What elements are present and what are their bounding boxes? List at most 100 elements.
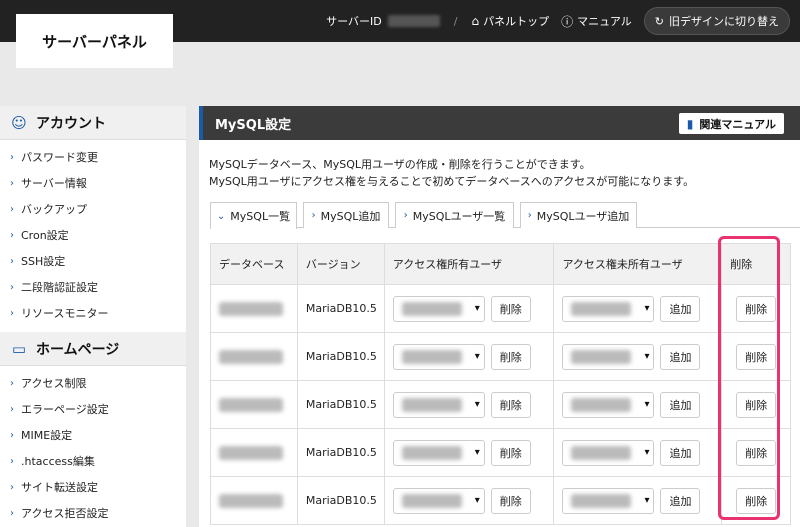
owner-user-select[interactable]: ▾: [392, 487, 485, 514]
sidebar-item-label: .htaccess編集: [21, 455, 95, 468]
sidebar-item-label: パスワード変更: [21, 151, 98, 164]
owner-users-cell: ▾ 削除: [383, 284, 555, 333]
table-header-row: データベース バージョン アクセス権所有ユーザ アクセス権未所有ユーザ 削除: [210, 243, 791, 285]
owner-user-select[interactable]: ▾: [392, 343, 485, 370]
sidebar-item-label: サイト転送設定: [21, 481, 98, 494]
redacted-db-name: [219, 493, 283, 508]
chevron-right-icon: ›: [10, 307, 14, 319]
add-user-button[interactable]: 追加: [660, 439, 701, 466]
owner-user-select[interactable]: ▾: [392, 295, 485, 322]
non-owner-user-select[interactable]: ▾: [562, 343, 655, 370]
redacted-db-name: [219, 301, 283, 316]
non-owner-users-cell: ▾ 追加: [553, 284, 723, 333]
delete-database-button[interactable]: 削除: [736, 391, 777, 418]
chevron-right-icon: ›: [403, 210, 408, 221]
owner-user-select[interactable]: ▾: [392, 391, 485, 418]
table-row: MariaDB10.5 ▾ 削除 ▾ 追加 削除: [210, 284, 791, 333]
delete-database-button[interactable]: 削除: [736, 439, 777, 466]
page-title: MySQL設定: [215, 117, 292, 133]
related-manual-button[interactable]: ▮ 関連マニュアル: [678, 113, 784, 134]
tab-mysql-user-list[interactable]: › MySQLユーザ一覧: [395, 202, 514, 228]
non-owner-users-cell: ▾ 追加: [553, 428, 723, 477]
chevron-right-icon: ›: [10, 377, 14, 389]
remove-user-button[interactable]: 削除: [490, 487, 531, 514]
logo[interactable]: サーバーパネル: [16, 14, 173, 68]
table-row: MariaDB10.5 ▾ 削除 ▾ 追加 削除: [210, 380, 791, 429]
sidebar-item-resource-monitor[interactable]: › リソースモニター: [0, 300, 186, 326]
add-user-button[interactable]: 追加: [660, 391, 701, 418]
non-owner-users-cell: ▾ 追加: [553, 332, 723, 381]
chevron-right-icon: ›: [10, 203, 14, 215]
chevron-down-icon: ▾: [474, 446, 480, 458]
owner-users-cell: ▾ 削除: [383, 476, 555, 525]
non-owner-user-select[interactable]: ▾: [562, 487, 655, 514]
redacted-user: [401, 301, 462, 316]
sidebar-item-site-redirect[interactable]: › サイト転送設定: [0, 474, 186, 500]
panel-header: MySQL設定 ▮ 関連マニュアル: [199, 106, 800, 140]
tab-label: MySQLユーザ追加: [536, 209, 630, 223]
sidebar-item-label: バックアップ: [21, 203, 87, 216]
sidebar-item-server-info[interactable]: › サーバー情報: [0, 170, 186, 196]
table-row: MariaDB10.5 ▾ 削除 ▾ 追加 削除: [210, 476, 791, 525]
non-owner-user-select[interactable]: ▾: [562, 295, 655, 322]
panel-top-label: パネルトップ: [483, 15, 550, 28]
sidebar-item-access-deny[interactable]: › アクセス拒否設定: [0, 500, 186, 526]
chevron-right-icon: ›: [10, 429, 14, 441]
version-cell: MariaDB10.5: [296, 428, 385, 477]
delete-cell: 削除: [721, 476, 791, 525]
chevron-right-icon: ›: [10, 507, 14, 519]
tab-mysql-list[interactable]: ⌄ MySQL一覧: [210, 202, 297, 229]
sidebar-item-mime[interactable]: › MIME設定: [0, 422, 186, 448]
switch-old-design-button[interactable]: ↻ 旧デザインに切り替え: [643, 7, 790, 35]
tab-mysql-user-add[interactable]: › MySQLユーザ追加: [520, 202, 637, 228]
sidebar-item-access-restriction[interactable]: › アクセス制限: [0, 370, 186, 396]
remove-user-button[interactable]: 削除: [490, 295, 531, 322]
sidebar-item-ssh[interactable]: › SSH設定: [0, 248, 186, 274]
sidebar-item-label: リソースモニター: [21, 307, 109, 320]
redacted-user: [401, 349, 462, 364]
non-owner-user-select[interactable]: ▾: [562, 391, 655, 418]
delete-database-button[interactable]: 削除: [736, 343, 777, 370]
chevron-down-icon: ⌄: [216, 210, 226, 222]
sidebar-item-2fa[interactable]: › 二段階認証設定: [0, 274, 186, 300]
database-name-cell: [210, 284, 298, 333]
redacted-db-name: [219, 445, 283, 460]
sidebar-item-htaccess[interactable]: › .htaccess編集: [0, 448, 186, 474]
sidebar-item-label: 二段階認証設定: [21, 281, 98, 294]
sidebar-item-backup[interactable]: › バックアップ: [0, 196, 186, 222]
chevron-down-icon: ▾: [644, 446, 650, 458]
server-id-value-redacted: [387, 15, 440, 27]
sidebar-item-label: サーバー情報: [21, 177, 87, 190]
panel-top-link[interactable]: ⌂ パネルトップ: [471, 13, 549, 29]
tab-bar: ⌄ MySQL一覧 › MySQL追加 › MySQLユーザ一覧 › MySQL…: [210, 202, 800, 229]
sidebar-item-cron[interactable]: › Cron設定: [0, 222, 186, 248]
sidebar-item-password[interactable]: › パスワード変更: [0, 144, 186, 170]
redacted-db-name: [219, 349, 283, 364]
redacted-user: [571, 349, 632, 364]
non-owner-user-select[interactable]: ▾: [562, 439, 655, 466]
remove-user-button[interactable]: 削除: [490, 391, 531, 418]
manual-link[interactable]: ⓘ マニュアル: [561, 13, 632, 30]
database-name-cell: [210, 476, 298, 525]
delete-database-button[interactable]: 削除: [736, 487, 777, 514]
owner-users-cell: ▾ 削除: [383, 428, 555, 477]
chevron-down-icon: ▾: [474, 398, 480, 410]
help-circle-icon: ⓘ: [561, 14, 574, 29]
column-header: データベース: [210, 243, 298, 285]
chevron-right-icon: ›: [10, 151, 14, 163]
remove-user-button[interactable]: 削除: [490, 343, 531, 370]
tab-mysql-add[interactable]: › MySQL追加: [303, 202, 389, 228]
add-user-button[interactable]: 追加: [660, 295, 701, 322]
column-header: バージョン: [296, 243, 385, 285]
delete-database-button[interactable]: 削除: [736, 295, 777, 322]
chevron-right-icon: ›: [10, 403, 14, 415]
sidebar-item-label: アクセス制限: [21, 377, 87, 390]
chevron-right-icon: ›: [10, 229, 14, 241]
add-user-button[interactable]: 追加: [660, 343, 701, 370]
add-user-button[interactable]: 追加: [660, 487, 701, 514]
switch-old-design-label: 旧デザインに切り替え: [669, 15, 779, 28]
chevron-down-icon: ▾: [474, 350, 480, 362]
owner-user-select[interactable]: ▾: [392, 439, 485, 466]
remove-user-button[interactable]: 削除: [490, 439, 531, 466]
sidebar-item-error-page[interactable]: › エラーページ設定: [0, 396, 186, 422]
